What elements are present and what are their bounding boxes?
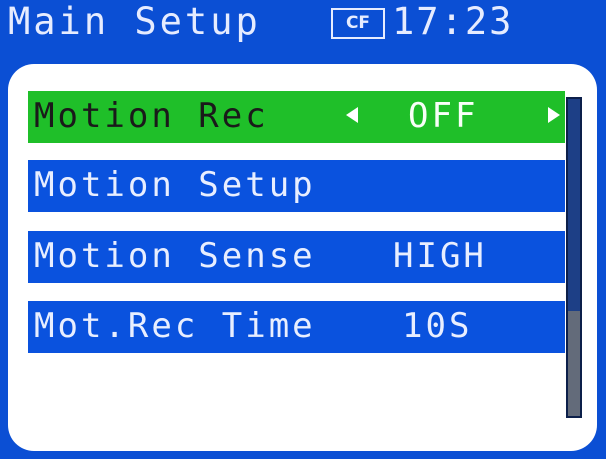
- menu-item-value: HIGH: [393, 236, 487, 276]
- menu-item-value: OFF: [408, 96, 479, 136]
- header-bar: Main Setup CF 17:23: [0, 0, 606, 60]
- menu-title: Main Setup: [8, 0, 261, 43]
- camera-menu-screen: Main Setup CF 17:23 Motion Rec OFF Motio…: [0, 0, 606, 459]
- scrollbar-thumb[interactable]: [568, 311, 580, 416]
- menu-item-motion-rec[interactable]: Motion Rec OFF: [28, 91, 565, 143]
- menu-item-mot-rec-time[interactable]: Mot.Rec Time 10S: [28, 301, 565, 353]
- menu-panel: Motion Rec OFF Motion Setup Motion Sense…: [8, 64, 597, 451]
- menu-item-label: Motion Sense: [34, 236, 316, 276]
- storage-badge: CF: [331, 8, 385, 39]
- menu-item-value: 10S: [402, 306, 473, 346]
- left-triangle-icon[interactable]: [346, 107, 358, 123]
- menu-item-motion-sense[interactable]: Motion Sense HIGH: [28, 231, 565, 283]
- scrollbar[interactable]: [566, 97, 582, 418]
- menu-item-motion-setup[interactable]: Motion Setup: [28, 160, 565, 212]
- menu-item-label: Mot.Rec Time: [34, 306, 316, 346]
- clock: 17:23: [392, 0, 514, 43]
- right-triangle-icon[interactable]: [548, 107, 560, 123]
- menu-item-label: Motion Rec: [34, 96, 269, 136]
- menu-item-label: Motion Setup: [34, 165, 316, 205]
